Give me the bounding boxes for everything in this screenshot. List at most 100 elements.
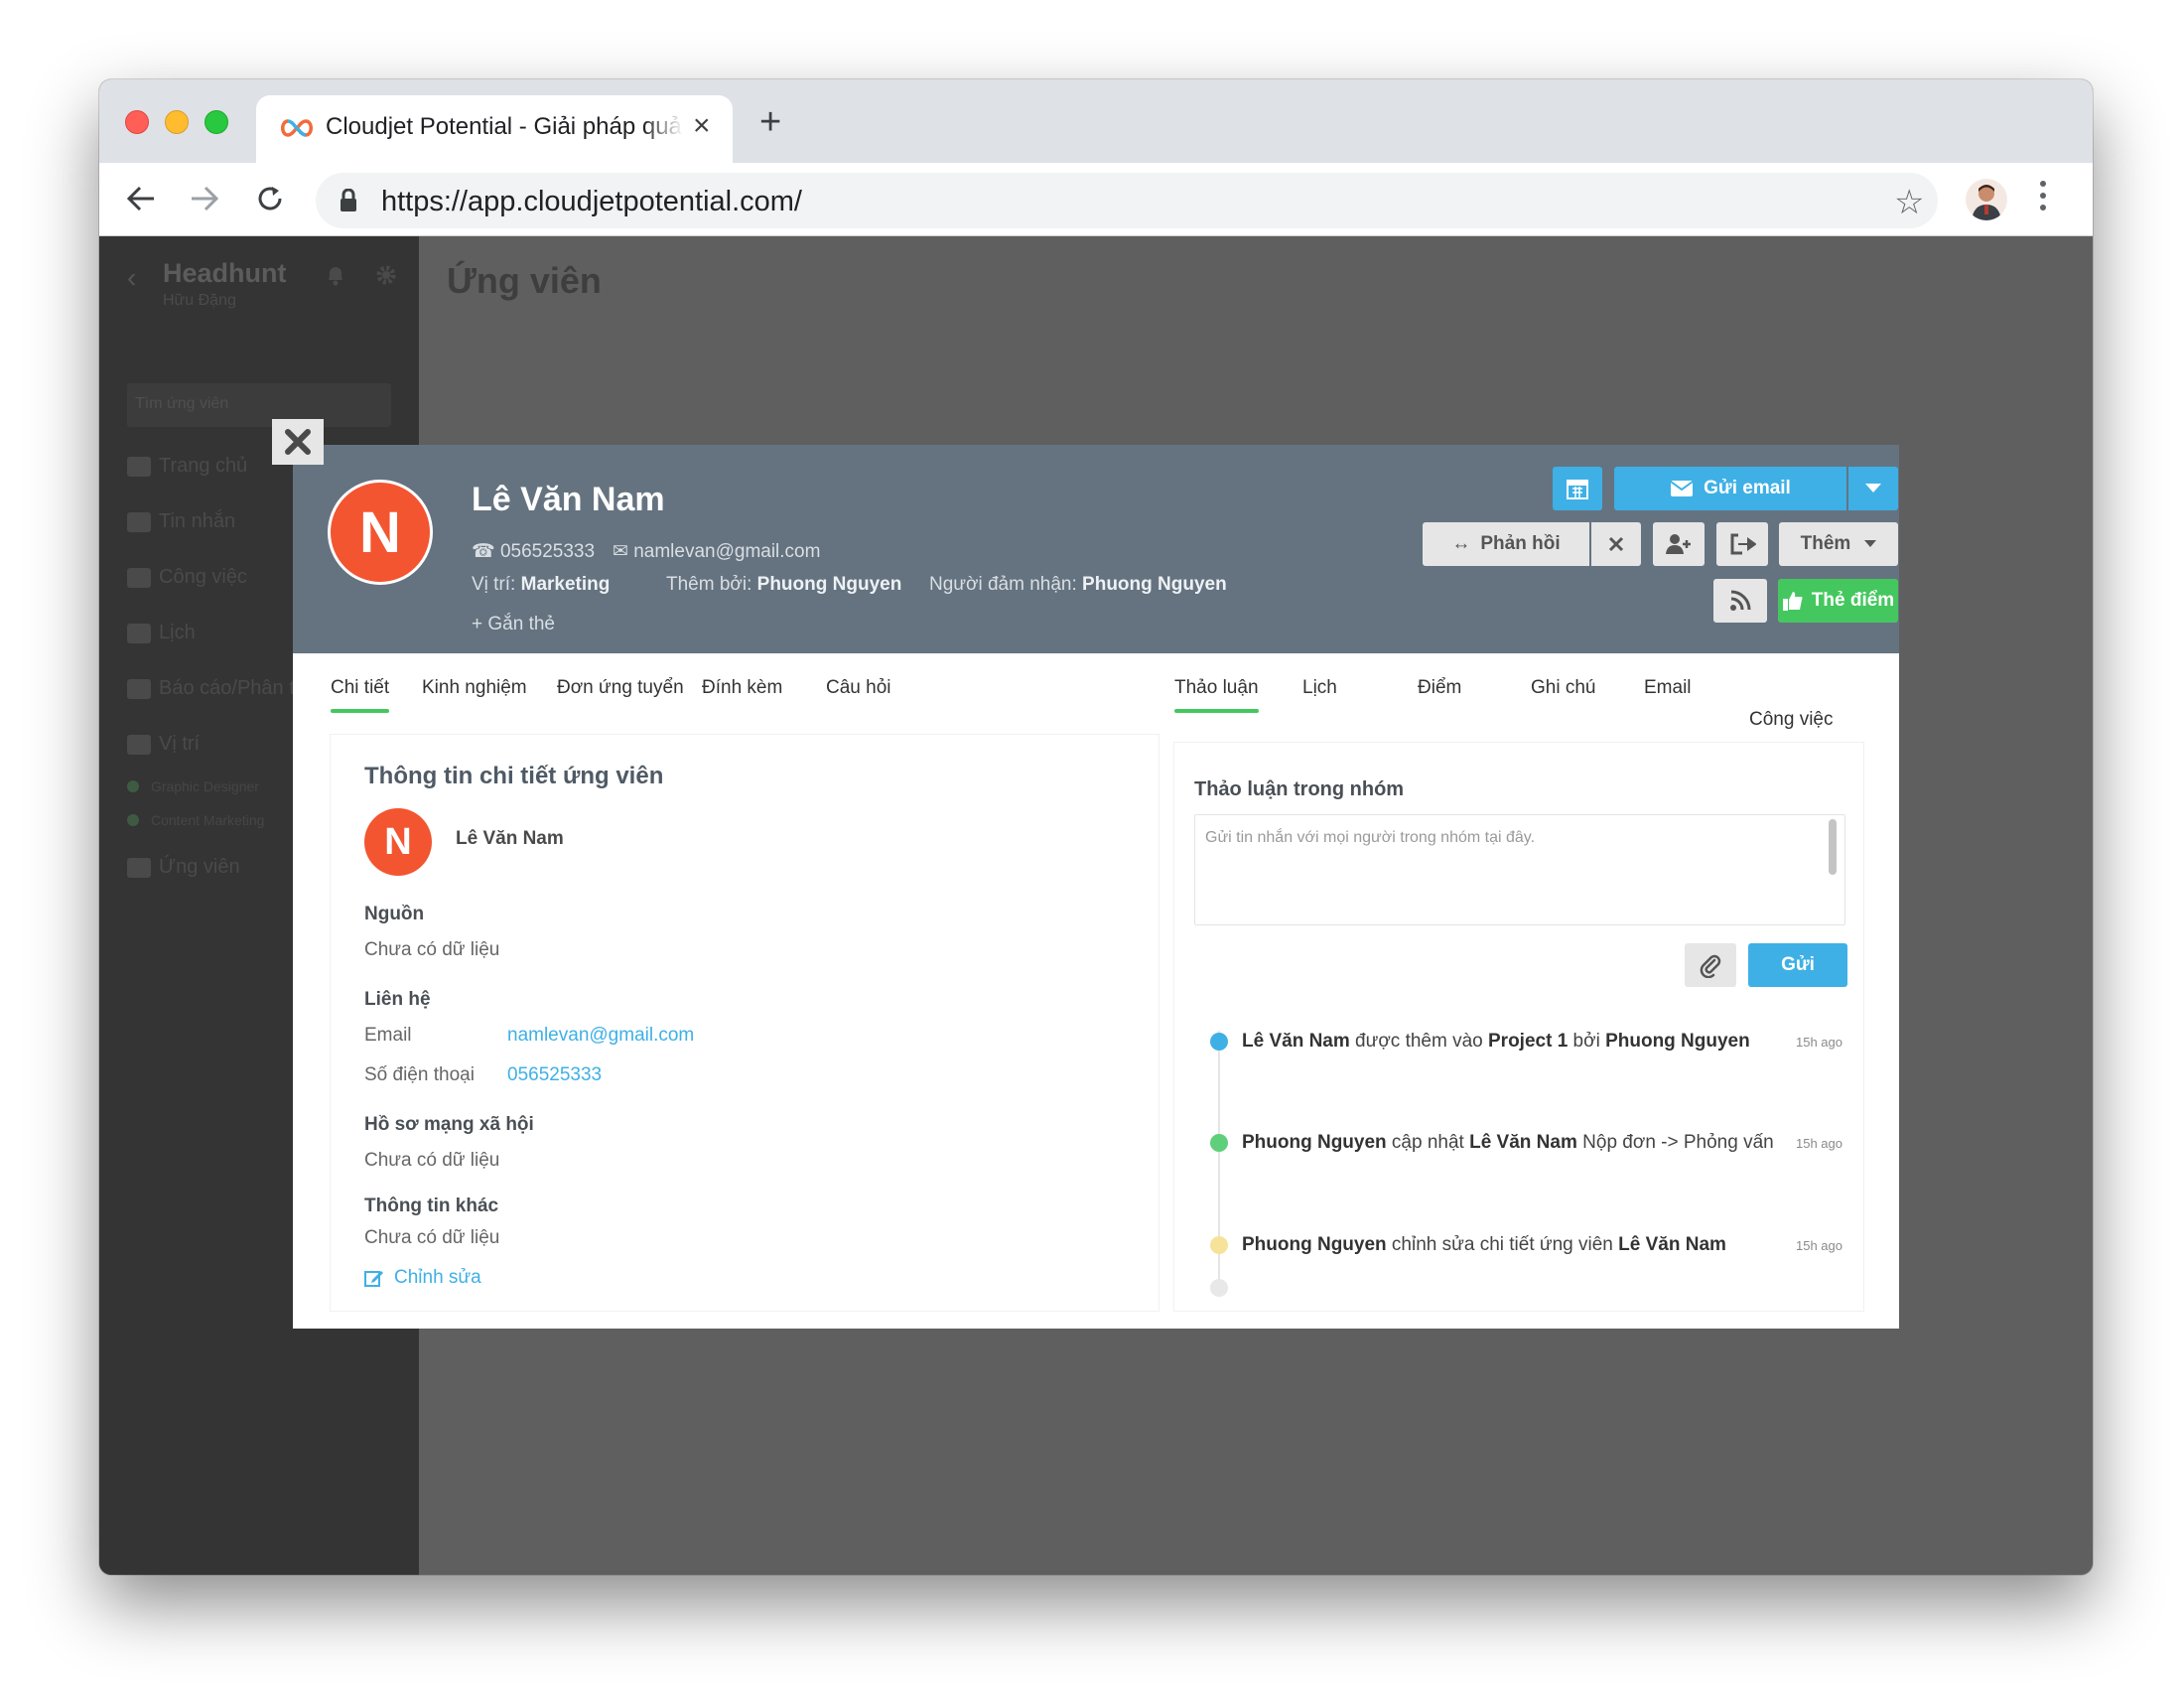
candidate-added-by: Thêm bởi: Phuong Nguyen	[666, 574, 901, 596]
user-plus-icon	[1666, 534, 1691, 554]
tab-details[interactable]: Chi tiết	[331, 677, 390, 713]
send-message-button[interactable]: Gửi	[1748, 943, 1847, 987]
tab-schedule[interactable]: Lịch	[1302, 677, 1337, 699]
back-chevron-icon[interactable]: ‹	[127, 262, 136, 294]
schedule-button[interactable]	[1553, 467, 1602, 510]
candidate-phone[interactable]: ☎ 056525333	[472, 540, 595, 563]
add-tag-button[interactable]: + Gắn thẻ	[472, 614, 555, 635]
sidebar-item-label: Công việc	[159, 566, 247, 588]
candidate-modal: N Lê Văn Nam ☎ 056525333 ✉ namlevan@gmai…	[293, 445, 1899, 1329]
add-tag-label: Gắn thẻ	[487, 614, 555, 634]
sidebar-item-label: Ứng viên	[159, 856, 240, 878]
sidebar-item-candidates[interactable]: Ứng viên	[127, 856, 240, 879]
envelope-icon	[127, 511, 151, 532]
profile-avatar[interactable]	[1966, 179, 2007, 220]
close-modal-icon[interactable]	[272, 419, 324, 465]
close-icon	[1608, 536, 1624, 552]
edit-icon	[364, 1271, 383, 1287]
thumbs-up-icon	[1782, 592, 1803, 611]
tab-applications[interactable]: Đơn ứng tuyển	[557, 677, 684, 699]
sidebar-item-label: Vị trí	[159, 733, 201, 755]
sidebar-position-item[interactable]: Content Marketing	[127, 812, 264, 828]
envelope-icon	[1670, 481, 1694, 496]
arrows-horizontal-icon: ↔	[1451, 533, 1471, 554]
position-label: Vị trí:	[472, 574, 516, 595]
scorecard-button[interactable]: Thẻ điểm	[1778, 579, 1898, 623]
sidebar-item-calendar[interactable]: Lịch	[127, 622, 196, 644]
reload-icon[interactable]	[248, 177, 292, 220]
phone-link[interactable]: 056525333	[507, 1064, 602, 1086]
maximize-window-button[interactable]	[205, 110, 228, 134]
feedback-button[interactable]: ↔ Phản hồi	[1423, 522, 1589, 566]
scorecard-label: Thẻ điểm	[1811, 590, 1895, 611]
sidebar-position-item[interactable]: Graphic Designer	[127, 778, 259, 794]
minimize-window-button[interactable]	[165, 110, 189, 134]
candidate-position: Vị trí: Marketing	[472, 574, 610, 596]
candidate-name-small: Lê Văn Nam	[456, 828, 564, 849]
candidate-avatar-small: N	[364, 808, 432, 876]
email-link[interactable]: namlevan@gmail.com	[507, 1025, 694, 1047]
tab-close-icon[interactable]: ×	[693, 109, 711, 143]
more-actions-button[interactable]: Thêm	[1779, 522, 1898, 566]
tab-questions[interactable]: Câu hỏi	[826, 677, 891, 699]
candidate-body: Chi tiết Kinh nghiệm Đơn ứng tuyển Đính …	[293, 653, 1899, 1329]
follow-button[interactable]	[1713, 579, 1767, 623]
envelope-icon: ✉	[613, 541, 628, 562]
tab-score[interactable]: Điểm	[1418, 677, 1461, 699]
gear-icon[interactable]	[375, 264, 397, 291]
bell-icon[interactable]	[326, 264, 345, 291]
sidebar-item-home[interactable]: Trang chủ	[127, 455, 247, 478]
added-by-value: Phuong Nguyen	[756, 574, 902, 595]
timeline-item: Phuong Nguyen chỉnh sửa chi tiết ứng viê…	[1242, 1234, 1726, 1255]
timeline-dot	[1210, 1134, 1228, 1152]
tab-discussion[interactable]: Thảo luận	[1174, 677, 1259, 713]
candidate-email[interactable]: ✉ namlevan@gmail.com	[613, 540, 820, 563]
sidebar-item-tasks[interactable]: Công việc	[127, 566, 247, 589]
position-label: Content Marketing	[151, 812, 265, 828]
calendar-icon	[1567, 480, 1588, 499]
tab-attachments[interactable]: Đính kèm	[702, 677, 782, 699]
textarea-scrollbar[interactable]	[1829, 819, 1837, 875]
send-email-button[interactable]: Gửi email	[1614, 467, 1846, 510]
tab-experience[interactable]: Kinh nghiệm	[422, 677, 527, 699]
candidate-avatar: N	[328, 480, 433, 585]
sidebar-item-reports[interactable]: Báo cáo/Phân t	[127, 677, 295, 700]
browser-tab[interactable]: Cloudjet Potential - Giải pháp quả ×	[256, 95, 733, 163]
more-label: Thêm	[1800, 533, 1851, 554]
edit-label: Chỉnh sửa	[394, 1267, 481, 1288]
bookmark-star-icon[interactable]: ☆	[1894, 183, 1924, 222]
close-window-button[interactable]	[125, 110, 149, 134]
browser-menu-icon[interactable]	[2040, 181, 2048, 216]
share-icon	[1730, 533, 1756, 555]
timeline-time: 15h ago	[1796, 1238, 1843, 1253]
reject-button[interactable]	[1591, 522, 1641, 566]
rss-icon	[1730, 590, 1751, 611]
forward-arrow-icon[interactable]	[183, 177, 226, 220]
send-email-dropdown[interactable]	[1848, 467, 1898, 510]
tab-notes[interactable]: Ghi chú	[1531, 677, 1595, 699]
url-text: https://app.cloudjetpotential.com/	[381, 186, 802, 217]
plus-icon[interactable]: +	[759, 101, 781, 144]
back-arrow-icon[interactable]	[119, 177, 163, 220]
details-title: Thông tin chi tiết ứng viên	[364, 763, 664, 789]
discussion-message-input[interactable]: Gửi tin nhắn với mọi người trong nhóm tạ…	[1194, 814, 1845, 925]
sidebar-item-positions[interactable]: Vị trí	[127, 733, 200, 756]
lock-icon	[340, 188, 357, 217]
timeline-dot	[1210, 1236, 1228, 1254]
tab-tasks[interactable]: Công việc	[1749, 709, 1834, 731]
address-bar[interactable]: https://app.cloudjetpotential.com/ ☆	[316, 173, 1938, 228]
phone-text: 056525333	[499, 541, 596, 562]
tab-email[interactable]: Email	[1644, 677, 1692, 699]
caret-down-icon	[1865, 484, 1881, 492]
other-info-value: Chưa có dữ liệu	[364, 1227, 500, 1248]
feedback-label: Phản hồi	[1480, 533, 1561, 554]
candidate-header: N Lê Văn Nam ☎ 056525333 ✉ namlevan@gmai…	[293, 445, 1899, 653]
attach-button[interactable]	[1685, 943, 1736, 987]
share-button[interactable]	[1716, 522, 1768, 566]
edit-details-link[interactable]: Chỉnh sửa	[364, 1267, 481, 1289]
assign-user-button[interactable]	[1653, 522, 1705, 566]
sidebar-search-input[interactable]: Tìm ứng viên	[127, 383, 391, 427]
added-by-label: Thêm bởi:	[666, 574, 752, 595]
timeline-end-dot	[1210, 1279, 1228, 1297]
sidebar-item-messages[interactable]: Tin nhắn	[127, 510, 235, 533]
